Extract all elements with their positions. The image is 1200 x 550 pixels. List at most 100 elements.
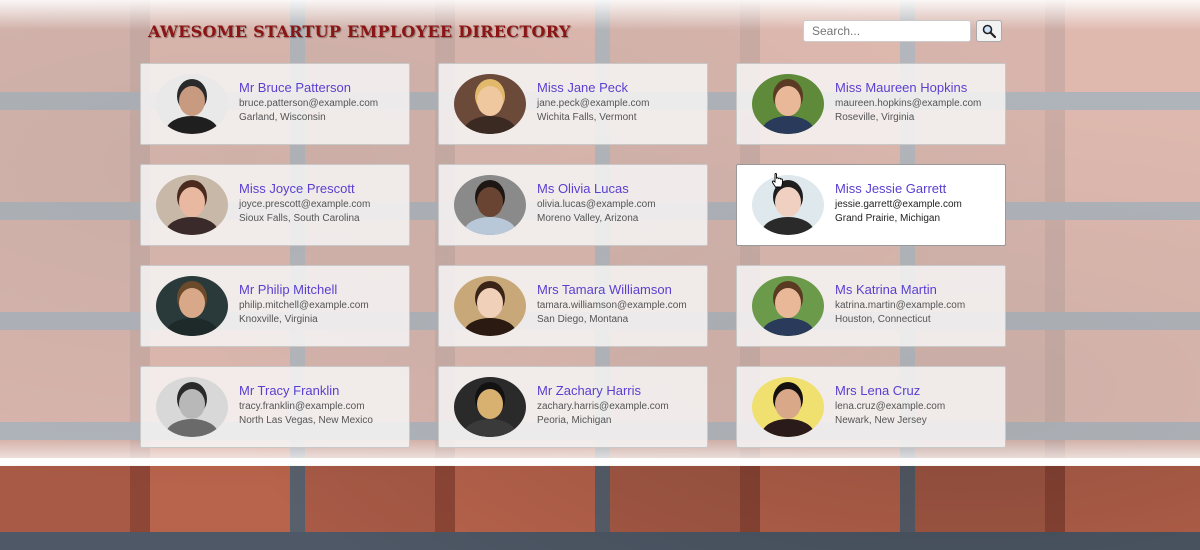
page-header: AWESOME STARTUP EMPLOYEE DIRECTORY — [140, 18, 1002, 44]
avatar-body — [166, 318, 218, 336]
avatar-body — [464, 116, 516, 134]
employee-name: Ms Olivia Lucas — [537, 181, 629, 196]
employee-location: Newark, New Jersey — [835, 415, 927, 426]
employee-info: Miss Joyce Prescott joyce.prescott@exampl… — [239, 182, 370, 228]
employee-email: zachary.harris@example.com — [537, 401, 669, 412]
employee-name: Miss Jessie Garrett — [835, 181, 947, 196]
employee-email: jane.peck@example.com — [537, 98, 650, 109]
avatar-body — [166, 116, 218, 134]
avatar — [156, 276, 228, 336]
overlay-edge — [0, 458, 1200, 466]
employee-location: San Diego, Montana — [537, 314, 629, 325]
employee-card[interactable]: Mrs Lena Cruz lena.cruz@example.com Newark… — [736, 366, 1006, 448]
avatar — [156, 74, 228, 134]
employee-location: North Las Vegas, New Mexico — [239, 415, 373, 426]
employee-info: Mrs Tamara Williamson tamara.williamson@e… — [537, 283, 687, 329]
employee-email: bruce.patterson@example.com — [239, 98, 379, 109]
employee-name: Mr Philip Mitchell — [239, 282, 338, 297]
avatar-head — [477, 288, 503, 318]
avatar-head — [477, 389, 503, 419]
employee-info: Miss Maureen Hopkins maureen.hopkins@exam… — [835, 81, 981, 127]
search-button[interactable] — [976, 20, 1002, 42]
avatar-body — [762, 217, 814, 235]
employee-location: Grand Prairie, Michigan — [835, 213, 941, 224]
avatar-head — [775, 288, 801, 318]
employee-location: Roseville, Virginia — [835, 112, 915, 123]
avatar-body — [762, 419, 814, 437]
avatar-head — [179, 86, 205, 116]
avatar-head — [775, 187, 801, 217]
employee-name: Mr Zachary Harris — [537, 383, 642, 398]
avatar-head — [179, 187, 205, 217]
employee-card[interactable]: Ms Katrina Martin katrina.martin@example.… — [736, 265, 1006, 347]
employee-name: Mr Tracy Franklin — [239, 383, 340, 398]
employee-location: Peoria, Michigan — [537, 415, 612, 426]
employee-card[interactable]: Mr Bruce Patterson bruce.patterson@exampl… — [140, 63, 410, 145]
employee-info: Ms Olivia Lucas olivia.lucas@example.com M… — [537, 182, 656, 228]
employee-location: Wichita Falls, Vermont — [537, 112, 637, 123]
employee-email: jessie.garrett@example.com — [835, 199, 962, 210]
employee-name: Miss Joyce Prescott — [239, 181, 355, 196]
employee-name: Miss Maureen Hopkins — [835, 80, 968, 95]
employee-name: Mrs Lena Cruz — [835, 383, 921, 398]
avatar — [752, 276, 824, 336]
employee-info: Miss Jessie Garrett jessie.garrett@exampl… — [835, 182, 962, 228]
employee-grid: Mr Bruce Patterson bruce.patterson@exampl… — [140, 63, 1008, 448]
mouse-cursor-icon — [771, 173, 783, 188]
employee-info: Mrs Lena Cruz lena.cruz@example.com Newark… — [835, 384, 945, 430]
employee-location: Moreno Valley, Arizona — [537, 213, 639, 224]
employee-email: katrina.martin@example.com — [835, 300, 966, 311]
avatar-head — [775, 389, 801, 419]
avatar-body — [762, 116, 814, 134]
avatar-head — [179, 288, 205, 318]
employee-card[interactable]: Miss Maureen Hopkins maureen.hopkins@exam… — [736, 63, 1006, 145]
employee-info: Mr Tracy Franklin tracy.franklin@example.… — [239, 384, 373, 430]
employee-info: Mr Zachary Harris zachary.harris@example.… — [537, 384, 669, 430]
employee-email: olivia.lucas@example.com — [537, 199, 656, 210]
search-input[interactable] — [803, 20, 971, 42]
employee-card[interactable]: Mr Zachary Harris zachary.harris@example.… — [438, 366, 708, 448]
avatar — [752, 377, 824, 437]
employee-location: Knoxville, Virginia — [239, 314, 318, 325]
employee-card[interactable]: Ms Olivia Lucas olivia.lucas@example.com M… — [438, 164, 708, 246]
employee-location: Garland, Wisconsin — [239, 112, 326, 123]
avatar — [752, 74, 824, 134]
employee-info: Ms Katrina Martin katrina.martin@example.… — [835, 283, 965, 329]
avatar-body — [762, 318, 814, 336]
employee-email: philip.mitchell@example.com — [239, 300, 369, 311]
employee-name: Mrs Tamara Williamson — [537, 282, 672, 297]
search-icon — [982, 24, 996, 38]
employee-email: tracy.franklin@example.com — [239, 401, 365, 412]
employee-card[interactable]: Mrs Tamara Williamson tamara.williamson@e… — [438, 265, 708, 347]
employee-info: Miss Jane Peck jane.peck@example.com Wichi… — [537, 81, 649, 127]
avatar-body — [464, 318, 516, 336]
avatar — [454, 276, 526, 336]
search-form — [803, 20, 1002, 42]
employee-email: joyce.prescott@example.com — [239, 199, 371, 210]
avatar-body — [166, 217, 218, 235]
avatar-head — [179, 389, 205, 419]
employee-card[interactable]: Mr Tracy Franklin tracy.franklin@example.… — [140, 366, 410, 448]
employee-info: Mr Bruce Patterson bruce.patterson@exampl… — [239, 81, 378, 127]
avatar-body — [464, 419, 516, 437]
employee-email: tamara.williamson@example.com — [537, 300, 687, 311]
avatar — [156, 377, 228, 437]
avatar-head — [477, 187, 503, 217]
avatar-body — [464, 217, 516, 235]
avatar — [454, 175, 526, 235]
avatar-head — [477, 86, 503, 116]
avatar — [454, 74, 526, 134]
avatar — [752, 175, 824, 235]
employee-card[interactable]: Miss Jane Peck jane.peck@example.com Wichi… — [438, 63, 708, 145]
employee-name: Mr Bruce Patterson — [239, 80, 351, 95]
page-title: AWESOME STARTUP EMPLOYEE DIRECTORY — [148, 21, 571, 41]
employee-card[interactable]: Miss Joyce Prescott joyce.prescott@exampl… — [140, 164, 410, 246]
avatar-head — [775, 86, 801, 116]
employee-card[interactable]: Mr Philip Mitchell philip.mitchell@exampl… — [140, 265, 410, 347]
avatar — [454, 377, 526, 437]
employee-info: Mr Philip Mitchell philip.mitchell@exampl… — [239, 283, 369, 329]
avatar — [156, 175, 228, 235]
employee-location: Sioux Falls, South Carolina — [239, 213, 360, 224]
employee-location: Houston, Connecticut — [835, 314, 931, 325]
employee-email: maureen.hopkins@example.com — [835, 98, 982, 109]
